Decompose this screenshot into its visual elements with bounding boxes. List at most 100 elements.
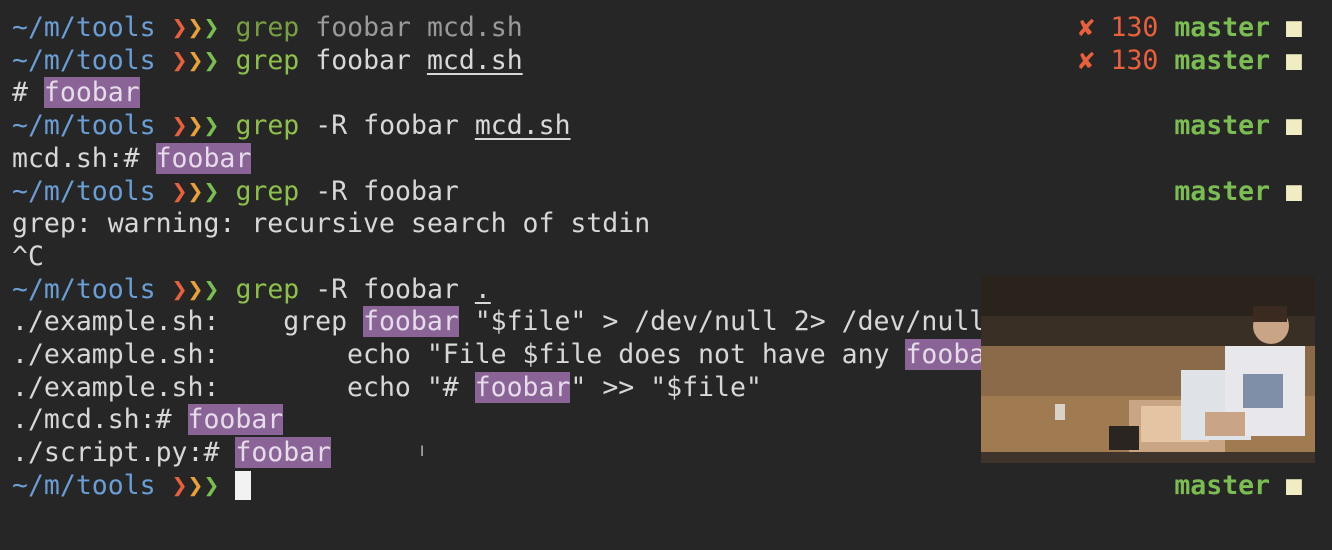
webcam-overlay [981,276,1315,463]
git-branch: master [1174,44,1271,76]
command-argument: foobar [363,273,459,305]
output-text: "$file" > /dev/null 2> /dev/null [458,306,986,338]
git-status-icon: ■ [1286,12,1302,43]
text-cursor[interactable] [235,470,252,500]
output-line: ^C [12,240,1302,273]
command-argument: foobar [363,110,459,142]
prompt-chevrons: ❯❯❯ [172,45,220,76]
prompt-line: ~/m/tools ❯❯❯ master ■ [12,469,1302,502]
line-content: ^C [12,240,44,273]
git-status-icon: ■ [1286,110,1302,142]
chevron-icon: ❯ [203,273,220,305]
git-branch: master [1174,175,1271,207]
command-name: grep [235,44,300,76]
chevron-icon: ❯ [187,44,204,76]
git-status-icon: ■ [1286,175,1302,207]
line-content: ~/m/tools ❯❯❯ grep -R foobar mcd.sh [12,109,571,142]
match-highlight: foobar [155,142,252,174]
match-highlight: foobar [43,77,140,109]
prompt-status: master ■ [1174,109,1302,142]
output-line: mcd.sh:# foobar [12,142,1302,175]
prompt-line: ~/m/tools ❯❯❯ grep foobar mcd.sh ✘ 130 ma… [12,44,1302,77]
prompt-chevrons: ❯❯❯ [172,274,220,305]
command-name: grep [235,273,300,305]
line-content: ./script.py:# foobar [12,436,332,469]
command-argument: mcd.sh [426,12,523,43]
chevron-icon: ❯ [187,175,204,207]
git-status-icon: ■ [1286,44,1302,76]
prompt-path: ~/m/tools [12,273,156,305]
exit-code: 130 [1110,12,1159,43]
command-argument: foobar [315,12,411,43]
output-text: " >> "$file" [570,371,762,403]
output-text: ./mcd.sh:# [12,404,188,436]
line-content: ./mcd.sh:# foobar [12,403,284,436]
command-argument: -R [315,175,348,207]
line-content: ~/m/tools ❯❯❯ grep foobar mcd.sh [12,11,523,44]
prompt-path: ~/m/tools [12,44,156,76]
prompt-status: master ■ [1174,469,1302,502]
output-line: # foobar [12,76,1302,109]
git-branch: master [1174,12,1271,43]
output-text: ./example.sh: echo "File $file does not … [12,339,906,370]
git-branch: master [1174,110,1271,142]
output-text: ./script.py:# [12,437,236,469]
match-highlight: foobar [474,371,571,403]
prompt-path: ~/m/tools [12,175,156,207]
line-content: ~/m/tools ❯❯❯ grep -R foobar [12,175,459,208]
prompt-path: ~/m/tools [12,110,156,142]
command-argument: mcd.sh [474,110,571,142]
command-name: grep [235,110,300,142]
output-line: grep: warning: recursive search of stdin [12,207,1302,240]
line-content: # foobar [12,76,140,109]
chevron-icon: ❯ [171,44,188,76]
presenter-video-frame [981,276,1315,463]
chevron-icon: ❯ [203,44,220,76]
prompt-chevrons: ❯❯❯ [172,12,220,43]
line-content: ~/m/tools ❯❯❯ [12,469,252,502]
chevron-icon: ❯ [171,110,188,142]
output-text: grep: warning: recursive search of stdin [12,208,651,240]
chevron-icon: ❯ [187,12,204,43]
terminal-window[interactable]: ~/m/tools ❯❯❯ grep foobar mcd.sh ✘ 130 ma… [0,0,1332,550]
command-argument: -R [315,273,348,305]
command-argument: foobar [363,175,459,207]
chevron-icon: ❯ [171,469,188,501]
chevron-icon: ❯ [203,12,220,43]
error-cross-icon: ✘ [1078,44,1095,76]
chevron-icon: ❯ [171,175,188,207]
command-argument: mcd.sh [426,44,523,76]
prompt-path: ~/m/tools [12,469,156,501]
match-highlight: foobar [235,437,332,469]
chevron-icon: ❯ [203,175,220,207]
line-content: ~/m/tools ❯❯❯ grep -R foobar . [12,273,491,306]
command-argument: foobar [315,44,411,76]
match-highlight: foobar [363,306,459,338]
prompt-line: ~/m/tools ❯❯❯ grep -R foobar mcd.sh maste… [12,109,1302,142]
output-text: mcd.sh:# [12,142,156,174]
text-cursor-icon: I [420,444,425,460]
chevron-icon: ❯ [187,273,204,305]
match-highlight: foobar [187,404,284,436]
exit-code: 130 [1110,44,1159,76]
chevron-icon: ❯ [203,110,220,142]
chevron-icon: ❯ [187,110,204,142]
chevron-icon: ❯ [187,469,204,501]
line-content: ./example.sh: echo "# foobar" >> "$file" [12,371,762,404]
prompt-chevrons: ❯❯❯ [172,176,220,207]
output-text: # [12,77,44,109]
prompt-status: ✘ 130 master ■ [1079,44,1302,77]
prompt-status: ✘ 130 master ■ [1079,11,1302,44]
line-content: grep: warning: recursive search of stdin [12,207,650,240]
prompt-chevrons: ❯❯❯ [172,470,220,501]
output-text: ./example.sh: grep [12,306,363,338]
prompt-path: ~/m/tools [12,12,156,43]
chevron-icon: ❯ [203,469,220,501]
chevron-icon: ❯ [171,273,188,305]
command-name: grep [235,12,300,43]
line-content: mcd.sh:# foobar [12,142,252,175]
prompt-line: ~/m/tools ❯❯❯ grep foobar mcd.sh ✘ 130 ma… [12,11,1302,44]
command-argument: -R [315,110,348,142]
output-text: ^C [12,240,44,272]
git-branch: master [1174,469,1271,501]
